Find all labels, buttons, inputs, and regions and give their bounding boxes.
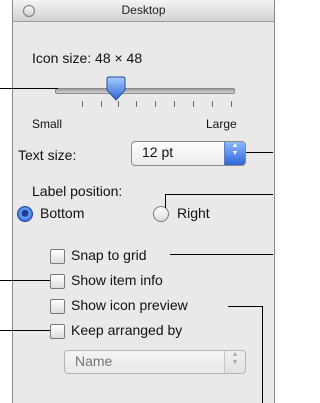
callout-line	[165, 194, 273, 195]
show-icon-preview-label[interactable]: Show icon preview	[71, 297, 188, 313]
icon-size-caption: Icon size:	[32, 50, 92, 66]
callout-line	[262, 306, 263, 403]
icon-size-slider-thumb[interactable]	[105, 76, 127, 102]
right-radio[interactable]	[153, 206, 169, 222]
slider-min-label: Small	[32, 117, 63, 131]
icon-size-slider[interactable]	[55, 88, 235, 94]
label-position-label: Label position:	[32, 183, 123, 199]
slider-tick	[174, 101, 175, 107]
bottom-radio-label[interactable]: Bottom	[40, 205, 84, 221]
callout-line	[165, 194, 166, 208]
slider-tick	[82, 101, 83, 107]
chevron-updown-icon: ▲ ▼	[224, 142, 245, 165]
show-item-info-label[interactable]: Show item info	[71, 272, 163, 288]
snap-to-grid-checkbox[interactable]	[50, 249, 65, 264]
callout-line	[228, 306, 262, 307]
right-radio-label[interactable]: Right	[177, 205, 210, 221]
text-size-value: 12 pt	[142, 144, 174, 160]
show-icon-preview-checkbox[interactable]	[50, 299, 65, 314]
icon-size-label: Icon size: 48 × 48	[32, 50, 142, 66]
keep-arranged-by-checkbox[interactable]	[50, 324, 65, 339]
arrange-by-select[interactable]: Name ▲ ▼	[64, 350, 246, 374]
slider-tick	[212, 101, 213, 107]
title-bar[interactable]: Desktop	[13, 0, 274, 22]
callout-line	[246, 152, 273, 153]
slider-tick	[231, 101, 232, 107]
keep-arranged-by-label[interactable]: Keep arranged by	[71, 322, 182, 338]
icon-size-value: 48 × 48	[95, 50, 143, 66]
text-size-select[interactable]: 12 pt ▲ ▼	[131, 141, 246, 166]
snap-to-grid-label[interactable]: Snap to grid	[71, 247, 147, 263]
slider-tick	[101, 101, 102, 107]
arrange-by-value: Name	[75, 353, 113, 369]
window-title: Desktop	[121, 3, 166, 17]
callout-line	[0, 280, 50, 281]
bottom-radio[interactable]	[17, 206, 33, 222]
callout-line	[0, 88, 58, 89]
chevron-updown-icon: ▲ ▼	[224, 351, 245, 373]
show-item-info-checkbox[interactable]	[50, 274, 65, 289]
slider-tick	[155, 101, 156, 107]
slider-tick	[193, 101, 194, 107]
text-size-label: Text size:	[18, 147, 77, 163]
callout-line	[170, 254, 273, 255]
slider-tick	[136, 101, 137, 107]
slider-max-label: Large	[206, 117, 237, 131]
callout-line	[0, 330, 50, 331]
